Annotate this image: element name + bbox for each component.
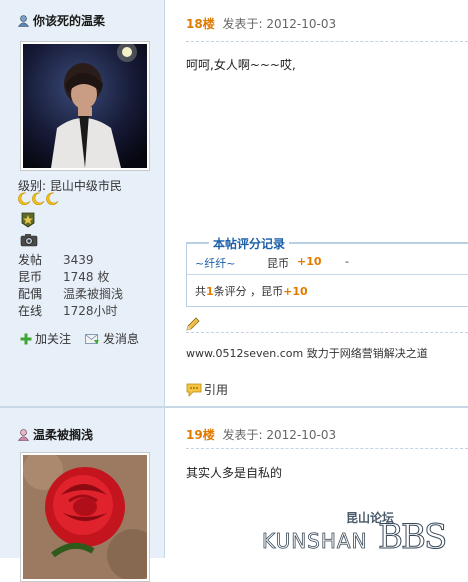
summary-text: 条评分 ，昆币 [213,285,284,298]
user-icon [18,14,29,27]
stat-value: 1748 枚 [63,270,110,284]
speech-bubble-icon [186,383,202,397]
floor-number[interactable]: 19楼 [186,428,215,442]
header-divider [186,41,468,42]
kunshan-bbs-logo: 昆山论坛 KUNSHAN BBS [262,510,448,552]
author-name[interactable]: 温柔被搁浅 [33,426,93,443]
author-name-row: 温柔被搁浅 [18,426,93,443]
summary-value: +10 [283,285,308,298]
post-body: 呵呵,女人啊~~~哎, [186,58,296,72]
stat-label: 发帖 [18,253,43,267]
rating-record: 本帖评分记录 ~纤纤~ 昆币 +10 - 共1条评分 ，昆币+10 [186,235,468,307]
rating-type: 昆币 [267,257,289,270]
follow-label: 加关注 [35,332,72,346]
moon-icon [32,192,45,205]
author-sidebar: 你该死的温柔 级别: 昆山中级市民 发帖 3439 昆币 1748 枚 配偶 温… [0,0,165,408]
avatar-image [23,450,159,581]
envelope-icon [85,333,100,344]
stat-online: 在线 1728小时 [18,303,123,320]
rating-user[interactable]: ~纤纤~ [195,255,267,271]
author-actions: 加关注 发消息 [20,330,139,347]
rating-title: 本帖评分记录 [209,235,290,252]
svg-text:BBS: BBS [378,517,445,552]
moon-icon [46,192,59,205]
author-sidebar: 温柔被搁浅 [0,408,165,582]
rating-value: +10 [297,255,322,268]
post-date: 发表于: 2012-10-03 [222,17,337,31]
post-header: 19楼 发表于: 2012-10-03 [186,426,336,443]
rating-summary: 共1条评分 ，昆币+10 [195,283,308,299]
message-button[interactable]: 发消息 [85,330,139,347]
avatar-image [23,42,147,168]
rating-note: - [345,255,349,268]
floor-number[interactable]: 18楼 [186,17,215,31]
post-content-area: 18楼 发表于: 2012-10-03 呵呵,女人啊~~~哎, 本帖评分记录 ~… [165,0,468,408]
stat-value: 3439 [63,253,94,267]
header-divider [186,448,468,449]
medal-icon [21,212,35,228]
quote-button[interactable]: 引用 [186,381,228,398]
user-icon [18,428,29,441]
message-label: 发消息 [103,332,140,346]
post-18: 你该死的温柔 级别: 昆山中级市民 发帖 3439 昆币 1748 枚 配偶 温… [0,0,468,408]
pencil-icon[interactable] [185,316,201,332]
stat-spouse: 配偶 温柔被搁浅 [18,286,123,303]
user-stats: 发帖 3439 昆币 1748 枚 配偶 温柔被搁浅 在线 1728小时 [18,252,123,320]
signature-divider [186,332,468,333]
post-date: 发表于: 2012-10-03 [222,428,337,442]
summary-prefix: 共 [195,285,206,298]
stat-label: 配偶 [18,287,43,301]
rating-divider [187,274,468,275]
avatar[interactable] [20,450,159,582]
stat-value: 1728小时 [63,304,118,318]
moon-icon [18,192,31,205]
stat-coins: 昆币 1748 枚 [18,269,123,286]
author-name[interactable]: 你该死的温柔 [33,12,105,29]
quote-label: 引用 [204,383,229,397]
stat-posts: 发帖 3439 [18,252,123,269]
stat-label: 昆币 [18,270,43,284]
stat-label: 在线 [18,304,43,318]
summary-count: 1 [206,285,214,298]
avatar[interactable] [20,41,150,171]
follow-button[interactable]: 加关注 [20,330,71,347]
level-moons [18,192,59,205]
svg-text:KUNSHAN: KUNSHAN [262,529,368,552]
stat-value[interactable]: 温柔被搁浅 [63,286,123,303]
post-header: 18楼 发表于: 2012-10-03 [186,15,336,32]
post-body: 其实人多是自私的 [186,466,283,480]
plus-icon [20,333,32,344]
rating-entry: ~纤纤~ 昆币 +10 - [195,255,349,271]
signature: www.0512seven.com 致力于网络营销解决之道 [186,347,428,360]
camera-icon [20,234,38,247]
author-name-row: 你该死的温柔 [18,12,105,29]
